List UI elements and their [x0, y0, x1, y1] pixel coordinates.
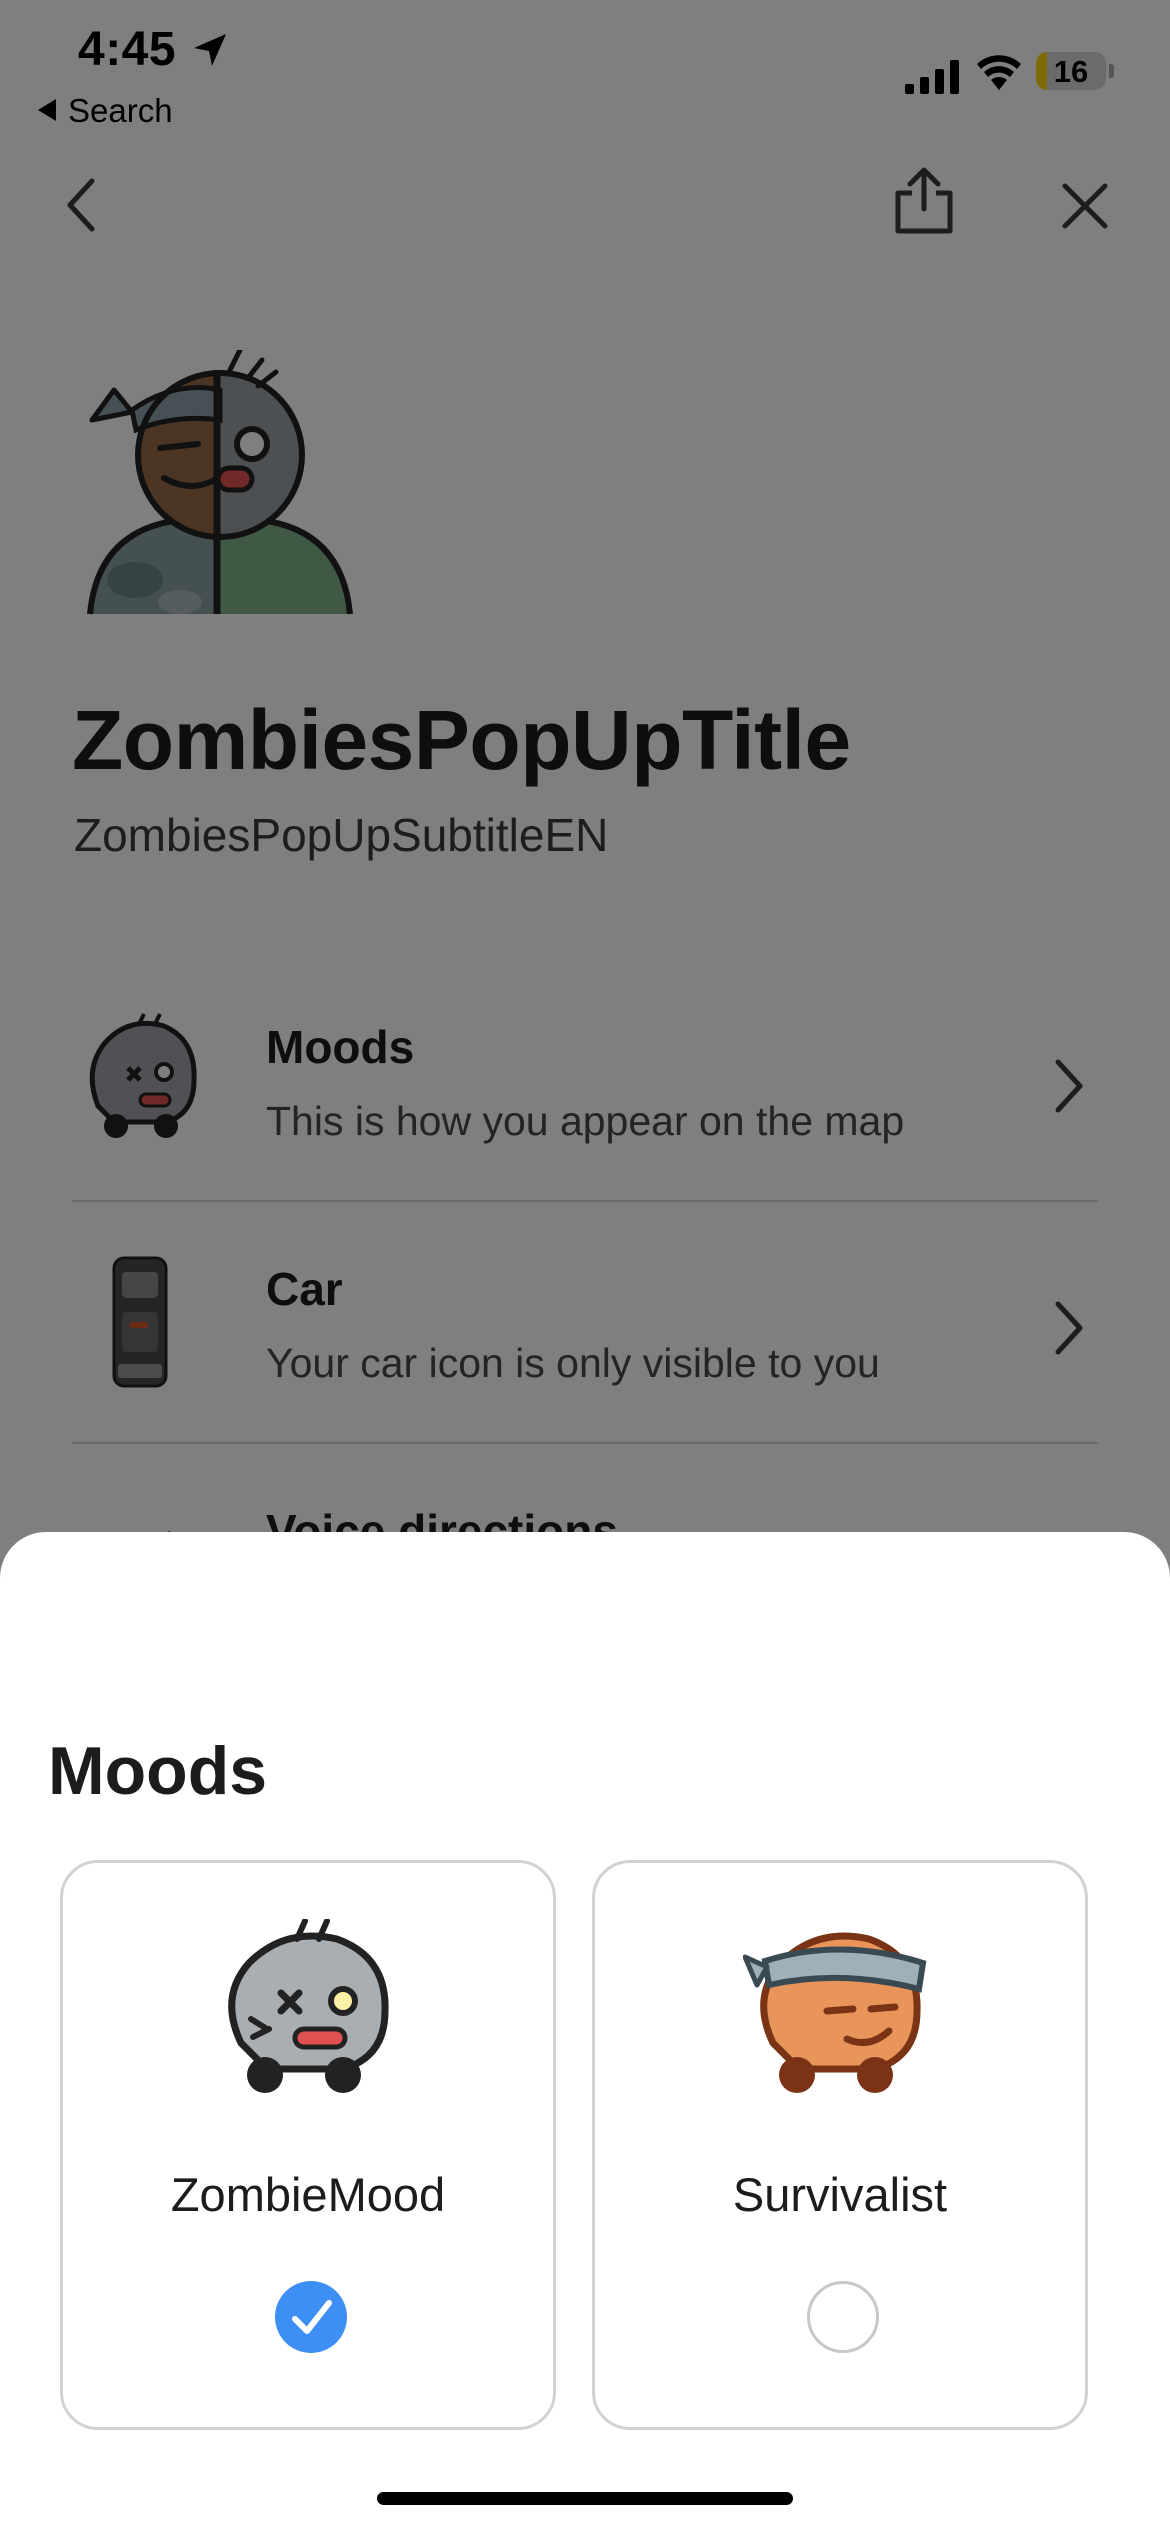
checkmark-icon [292, 2300, 332, 2334]
zombie-mood-icon [228, 1919, 389, 2093]
moods-bottom-sheet: Moods ZombieMood Survivalist [0, 1532, 1170, 2532]
mood-option-label: Survivalist [732, 2168, 948, 2221]
home-indicator[interactable] [377, 2492, 793, 2505]
page: 4:45 Search 16 [0, 0, 1170, 2532]
mood-option-zombiemood[interactable]: ZombieMood [60, 1860, 556, 2430]
mood-option-survivalist[interactable]: Survivalist [592, 1860, 1088, 2430]
mood-radio-selected[interactable] [275, 2281, 347, 2353]
mood-option-label: ZombieMood [170, 2168, 446, 2221]
mood-radio-unselected[interactable] [807, 2281, 879, 2353]
survivalist-mood-icon [743, 1932, 927, 2093]
sheet-title: Moods [48, 1733, 268, 1809]
